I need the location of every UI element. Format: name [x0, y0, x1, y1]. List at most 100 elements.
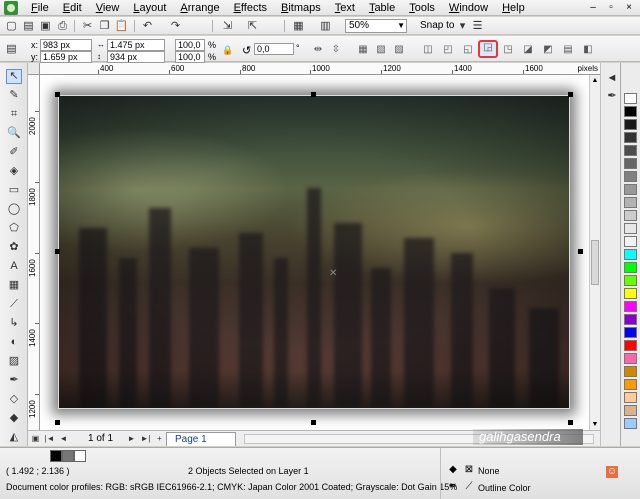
menu-effects[interactable]: Effects: [227, 0, 274, 16]
white-swatch[interactable]: [74, 450, 86, 462]
eyedropper-tool-icon[interactable]: ✒: [6, 373, 22, 388]
connector-tool-icon[interactable]: ↳: [6, 316, 22, 331]
menu-arrange[interactable]: Arrange: [173, 0, 226, 16]
front-minus-back-icon[interactable]: ◳: [500, 41, 516, 57]
ungroup-icon[interactable]: ▧: [373, 41, 389, 57]
menu-view[interactable]: View: [89, 0, 127, 16]
export-icon[interactable]: ⇱: [245, 19, 260, 33]
pick-tool-icon[interactable]: ↖: [6, 69, 22, 84]
rectangle-tool-icon[interactable]: ▭: [6, 183, 22, 198]
menu-file[interactable]: File: [24, 0, 56, 16]
menu-help[interactable]: Help: [495, 0, 532, 16]
last-page-icon[interactable]: ►|: [140, 433, 151, 444]
palette-swatch[interactable]: [624, 223, 637, 234]
polygon-tool-icon[interactable]: ⬠: [6, 221, 22, 236]
create-new-object-icon[interactable]: ◧: [580, 41, 596, 57]
vertical-ruler[interactable]: 2000 1800 1600 1400 1200: [28, 75, 40, 430]
ungroup-all-icon[interactable]: ▨: [391, 41, 407, 57]
palette-swatch[interactable]: [624, 249, 637, 260]
import-icon[interactable]: ⇲: [220, 19, 235, 33]
dimension-tool-icon[interactable]: ⟋: [6, 297, 22, 312]
menu-tools[interactable]: Tools: [402, 0, 442, 16]
selection-handle[interactable]: [55, 92, 60, 97]
user-account-icon[interactable]: ☺: [606, 466, 618, 478]
lock-ratio-icon[interactable]: 🔒: [222, 45, 233, 56]
crop-tool-icon[interactable]: ⌗: [6, 107, 22, 122]
palette-swatch[interactable]: [624, 158, 637, 169]
text-tool-icon[interactable]: A: [6, 259, 22, 274]
align-and-distribute-icon[interactable]: ▤: [560, 41, 576, 57]
palette-swatch[interactable]: [624, 93, 637, 104]
property-bar-menu-icon[interactable]: ▤: [4, 42, 19, 56]
palette-swatch[interactable]: [624, 119, 637, 130]
palette-swatch[interactable]: [624, 353, 637, 364]
outline-tool-icon[interactable]: ◇: [6, 392, 22, 407]
menu-bitmaps[interactable]: Bitmaps: [274, 0, 328, 16]
zoom-tool-icon[interactable]: 🔍: [6, 126, 22, 141]
application-launcher-icon[interactable]: ▦: [291, 19, 306, 33]
palette-swatch[interactable]: [624, 262, 637, 273]
ruler-origin[interactable]: [28, 63, 40, 75]
palette-swatch[interactable]: [624, 145, 637, 156]
group-icon[interactable]: ▦: [355, 41, 371, 57]
restore-button[interactable]: ▫: [604, 1, 618, 14]
paste-icon[interactable]: 📋: [114, 19, 129, 33]
zoom-level-select[interactable]: 50% ▼: [345, 19, 407, 33]
selection-handle[interactable]: [568, 420, 573, 425]
docker-pin-icon[interactable]: ◄: [604, 71, 620, 86]
selection-handle[interactable]: [578, 249, 583, 254]
vertical-scrollbar[interactable]: ▲ ▼: [589, 75, 600, 430]
menu-table[interactable]: Table: [362, 0, 402, 16]
save-icon[interactable]: ▣: [38, 19, 53, 33]
palette-swatch[interactable]: [624, 236, 637, 247]
new-document-icon[interactable]: ▢: [4, 19, 19, 33]
previous-page-icon[interactable]: ◄: [58, 433, 69, 444]
rotation-angle-field[interactable]: 0,0: [254, 43, 294, 55]
undo-icon[interactable]: ↶: [140, 19, 155, 33]
intersect-icon[interactable]: ◱: [460, 41, 476, 57]
add-page-icon[interactable]: +: [154, 433, 165, 444]
close-button[interactable]: ×: [622, 1, 636, 14]
black-swatch[interactable]: [50, 450, 62, 462]
palette-swatch[interactable]: [624, 379, 637, 390]
palette-swatch[interactable]: [624, 301, 637, 312]
y-position-field[interactable]: 1.659 px: [40, 51, 92, 63]
palette-swatch[interactable]: [624, 366, 637, 377]
weld-icon[interactable]: ◫: [420, 41, 436, 57]
menu-layout[interactable]: Layout: [126, 0, 173, 16]
palette-swatch[interactable]: [624, 171, 637, 182]
snap-to-dropdown[interactable]: Snap to: [420, 20, 454, 31]
print-icon[interactable]: ⎙: [55, 19, 70, 33]
palette-swatch[interactable]: [624, 106, 637, 117]
scrollbar-thumb[interactable]: [591, 240, 599, 285]
document-navigator-icon[interactable]: ▣: [30, 433, 41, 444]
welcome-screen-icon[interactable]: ▥: [318, 19, 333, 33]
selection-handle[interactable]: [568, 92, 573, 97]
palette-swatch[interactable]: [624, 288, 637, 299]
palette-swatch[interactable]: [624, 340, 637, 351]
redo-icon[interactable]: ↷: [168, 19, 183, 33]
next-page-icon[interactable]: ►: [126, 433, 137, 444]
cut-icon[interactable]: ✂: [80, 19, 95, 33]
minimize-button[interactable]: –: [586, 1, 600, 14]
palette-swatch[interactable]: [624, 132, 637, 143]
menu-edit[interactable]: Edit: [56, 0, 89, 16]
create-boundary-icon[interactable]: ◩: [540, 41, 556, 57]
mirror-horizontal-icon[interactable]: ⇹: [310, 41, 326, 57]
palette-swatch[interactable]: [624, 418, 637, 429]
transparency-tool-icon[interactable]: ▨: [6, 354, 22, 369]
selection-handle[interactable]: [55, 249, 60, 254]
freehand-tool-icon[interactable]: ✐: [6, 145, 22, 160]
horizontal-ruler[interactable]: 400 600 800 1000 1200 1400 1600 pixels: [40, 63, 600, 75]
x-position-field[interactable]: 983 px: [40, 39, 92, 51]
palette-swatch[interactable]: [624, 275, 637, 286]
options-icon[interactable]: ☰: [470, 19, 485, 33]
object-height-field[interactable]: 934 px: [107, 51, 165, 63]
ellipse-tool-icon[interactable]: ◯: [6, 202, 22, 217]
trim-icon[interactable]: ◰: [440, 41, 456, 57]
palette-swatch[interactable]: [624, 197, 637, 208]
snap-dropdown-arrow-icon[interactable]: ▾: [455, 19, 470, 33]
mirror-vertical-icon[interactable]: ⇳: [328, 41, 344, 57]
document-color-profiles[interactable]: Document color profiles: RGB: sRGB IEC61…: [6, 482, 457, 492]
drawing-canvas[interactable]: ✕: [40, 75, 589, 430]
